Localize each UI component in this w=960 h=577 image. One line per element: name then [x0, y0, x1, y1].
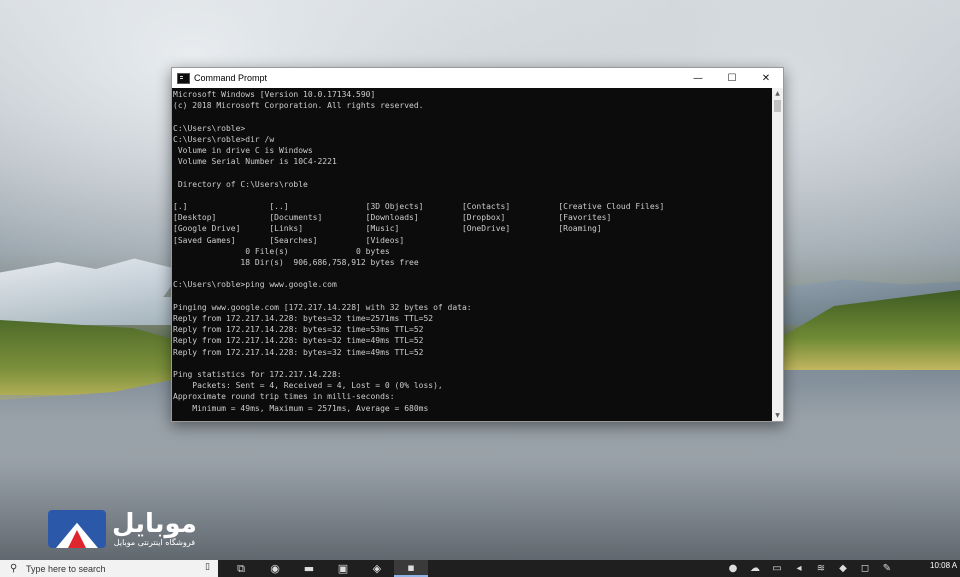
chrome-icon[interactable]: ◉	[258, 560, 292, 577]
logo-mountain-icon	[48, 510, 106, 548]
pen-icon[interactable]: ✎	[876, 560, 898, 577]
search-icon: ⚲	[10, 563, 18, 574]
taskbar-search-box[interactable]: ⚲ ▯	[0, 560, 218, 577]
minimize-button[interactable]: —	[681, 68, 715, 88]
close-button[interactable]: ✕	[749, 68, 783, 88]
scroll-thumb[interactable]	[774, 100, 781, 112]
vertical-scrollbar[interactable]: ▲ ▼	[772, 88, 783, 421]
network-icon[interactable]: ≋	[810, 560, 832, 577]
dropbox-icon[interactable]: ◆	[832, 560, 854, 577]
window-controls: — ☐ ✕	[681, 68, 783, 88]
console-text: Microsoft Windows [Version 10.0.17134.59…	[173, 90, 665, 413]
system-tray: ● ☁ ▭ ◂ ≋ ◆ ◻ ✎	[722, 560, 898, 577]
maximize-button[interactable]: ☐	[715, 68, 749, 88]
task-view-icon[interactable]: ⧉	[224, 560, 258, 577]
taskbar-clock[interactable]: 10:08 A	[930, 561, 957, 570]
window-titlebar[interactable]: Command Prompt — ☐ ✕	[172, 68, 783, 88]
app-icon[interactable]: ◈	[360, 560, 394, 577]
volume-icon[interactable]: ◂	[788, 560, 810, 577]
console-output[interactable]: Microsoft Windows [Version 10.0.17134.59…	[172, 88, 772, 421]
watermark-logo: موبایل فروشگاه اینترنتی موبایل	[48, 510, 197, 548]
scroll-up-icon[interactable]: ▲	[772, 88, 783, 99]
taskbar: ⚲ ▯ ⧉ ◉ ▬ ▣ ◈ ▪ ● ☁ ▭ ◂ ≋ ◆ ◻ ✎ 10:08 A	[0, 560, 960, 577]
battery-icon[interactable]: ▭	[766, 560, 788, 577]
command-prompt-taskbar-icon[interactable]: ▪	[394, 560, 428, 577]
taskbar-pinned-apps: ⧉ ◉ ▬ ▣ ◈ ▪	[224, 560, 428, 577]
logo-subtitle: فروشگاه اینترنتی موبایل	[113, 538, 196, 547]
logo-name: موبایل	[112, 509, 197, 539]
window-title: Command Prompt	[194, 73, 268, 83]
store-icon[interactable]: ▣	[326, 560, 360, 577]
cmd-app-icon	[177, 72, 190, 84]
notification-icon[interactable]: ◻	[854, 560, 876, 577]
logo-text: موبایل فروشگاه اینترنتی موبایل	[112, 510, 197, 548]
scroll-down-icon[interactable]: ▼	[772, 410, 783, 421]
tray-app-icon[interactable]: ●	[722, 560, 744, 577]
microphone-icon[interactable]: ▯	[205, 562, 210, 572]
command-prompt-window[interactable]: Command Prompt — ☐ ✕ Microsoft Windows […	[171, 67, 784, 422]
onedrive-icon[interactable]: ☁	[744, 560, 766, 577]
file-explorer-icon[interactable]: ▬	[292, 560, 326, 577]
search-input[interactable]	[26, 563, 186, 574]
